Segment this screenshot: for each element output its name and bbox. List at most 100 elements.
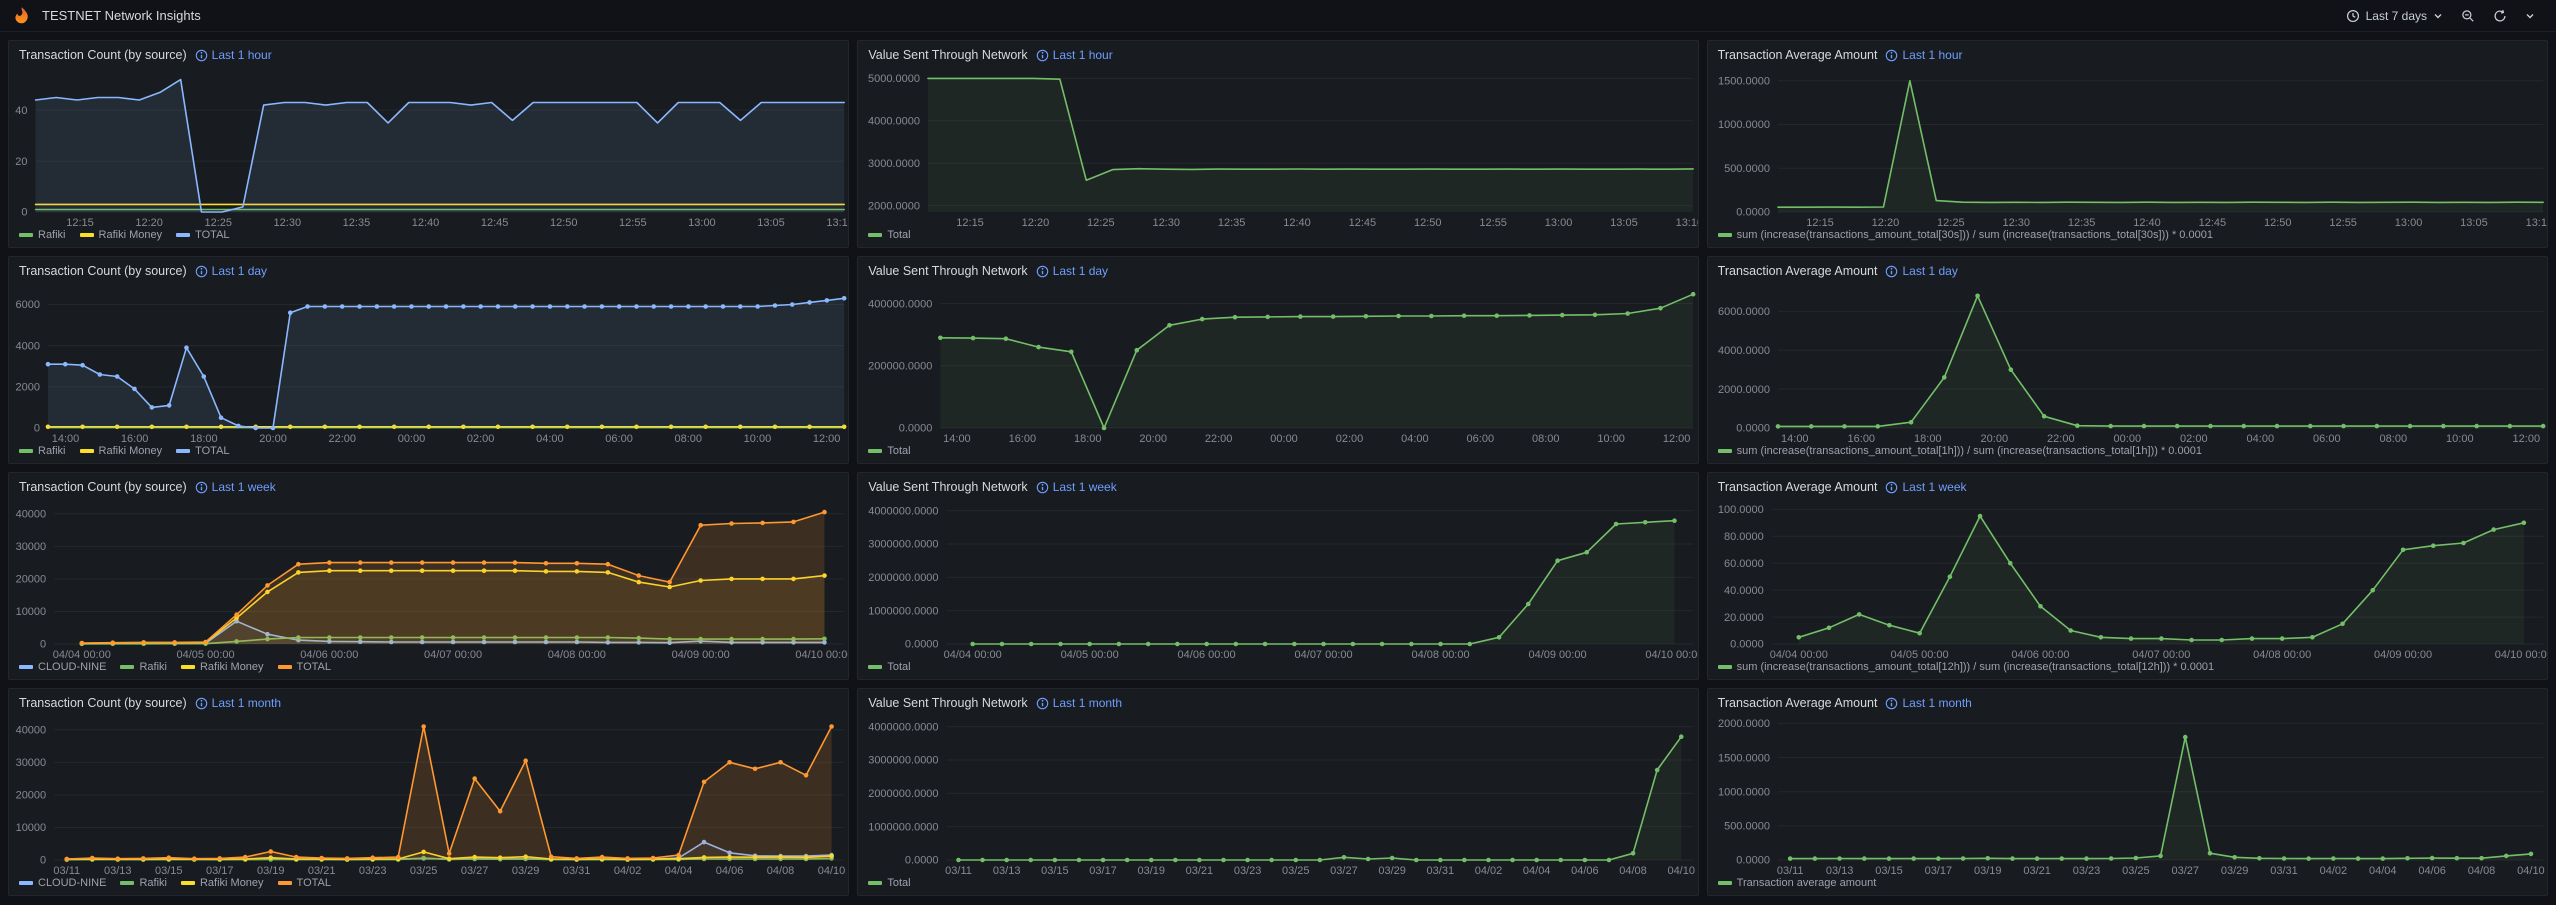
panel-range-label: Last 1 month [1053, 696, 1122, 710]
legend-item[interactable]: Rafiki [19, 445, 66, 457]
panel-time-range-link[interactable]: Last 1 day [195, 264, 267, 278]
chart-area: 0.0000500.00001000.00001500.00002000.000… [1708, 712, 2547, 877]
legend-item[interactable]: Rafiki [120, 661, 167, 673]
svg-text:12:15: 12:15 [1806, 217, 1834, 229]
legend-label: CLOUD-NINE [38, 877, 106, 889]
chart-canvas[interactable]: 01000020000300004000003/1103/1303/1503/1… [9, 712, 848, 877]
chart-canvas[interactable]: 2000.00003000.00004000.00005000.000012:1… [858, 64, 1697, 229]
panel-title[interactable]: Transaction Average Amount [1718, 264, 1878, 278]
legend-item[interactable]: Total [868, 661, 910, 673]
panel-time-range-link[interactable]: Last 1 hour [195, 48, 272, 62]
panel-9: Transaction Average Amount Last 1 week 0.0… [1707, 472, 2548, 680]
panel-time-range-link[interactable]: Last 1 week [1036, 480, 1117, 494]
legend-item[interactable]: TOTAL [278, 877, 331, 889]
svg-text:2000000.0000: 2000000.0000 [869, 572, 939, 584]
panel-title[interactable]: Transaction Average Amount [1718, 48, 1878, 62]
chart-canvas[interactable]: 0.00002000.00004000.00006000.000014:0016… [1708, 280, 2547, 445]
chart-canvas[interactable]: 0204012:1512:2012:2512:3012:3512:4012:45… [9, 64, 848, 229]
legend-swatch-icon [278, 881, 292, 885]
chart-canvas[interactable]: 0.00001000000.00002000000.00003000000.00… [858, 712, 1697, 877]
panel-title[interactable]: Transaction Average Amount [1718, 480, 1878, 494]
legend-item[interactable]: Rafiki [19, 229, 66, 241]
zoom-out-button[interactable] [2454, 5, 2482, 27]
legend-label: Rafiki [38, 229, 66, 241]
chart-canvas[interactable]: 0.00001000000.00002000000.00003000000.00… [858, 496, 1697, 661]
chart-canvas[interactable]: 0.0000200000.0000400000.000014:0016:0018… [858, 280, 1697, 445]
svg-text:6000: 6000 [15, 299, 39, 311]
svg-text:12:30: 12:30 [2002, 217, 2030, 229]
grafana-logo[interactable] [12, 6, 32, 26]
svg-text:3000000.0000: 3000000.0000 [869, 755, 939, 767]
chart-canvas[interactable]: 020004000600014:0016:0018:0020:0022:0000… [9, 280, 848, 445]
svg-text:18:00: 18:00 [190, 433, 218, 445]
svg-text:14:00: 14:00 [52, 433, 80, 445]
legend-item[interactable]: Rafiki Money [80, 229, 163, 241]
panel-header: Transaction Average Amount Last 1 month [1708, 689, 2547, 712]
panel-title[interactable]: Transaction Count (by source) [19, 264, 187, 278]
legend-item[interactable]: TOTAL [176, 229, 229, 241]
panel-range-label: Last 1 week [212, 480, 276, 494]
legend-item[interactable]: Rafiki Money [181, 877, 264, 889]
legend-item[interactable]: Rafiki Money [181, 661, 264, 673]
legend-item[interactable]: sum (increase(transactions_amount_total[… [1718, 229, 2213, 241]
svg-text:03/23: 03/23 [1234, 865, 1262, 877]
panel-time-range-link[interactable]: Last 1 month [195, 696, 281, 710]
legend-item[interactable]: CLOUD-NINE [19, 661, 106, 673]
svg-text:100.0000: 100.0000 [1718, 504, 1764, 516]
panel-title[interactable]: Value Sent Through Network [868, 480, 1027, 494]
panel-title[interactable]: Transaction Count (by source) [19, 48, 187, 62]
panel-title[interactable]: Value Sent Through Network [868, 48, 1027, 62]
svg-text:03/23: 03/23 [2072, 865, 2100, 877]
svg-text:13:05: 13:05 [1611, 217, 1639, 229]
svg-text:10:00: 10:00 [744, 433, 772, 445]
panel-time-range-link[interactable]: Last 1 hour [1036, 48, 1113, 62]
legend-item[interactable]: CLOUD-NINE [19, 877, 106, 889]
panel-title[interactable]: Value Sent Through Network [868, 696, 1027, 710]
panel-6: Transaction Average Amount Last 1 day 0.00… [1707, 256, 2548, 464]
panel-time-range-link[interactable]: Last 1 week [195, 480, 276, 494]
info-icon [1036, 49, 1049, 62]
svg-text:2000000.0000: 2000000.0000 [869, 788, 939, 800]
time-range-picker-button[interactable]: Last 7 days [2339, 5, 2450, 27]
info-icon [195, 265, 208, 278]
legend-item[interactable]: Transaction average amount [1718, 877, 1877, 889]
svg-text:10000: 10000 [16, 606, 47, 618]
refresh-button[interactable] [2486, 5, 2514, 27]
panel-time-range-link[interactable]: Last 1 month [1036, 696, 1122, 710]
panel-header: Transaction Average Amount Last 1 hour [1708, 41, 2547, 64]
svg-text:20: 20 [15, 156, 27, 168]
svg-text:04/10: 04/10 [2517, 865, 2545, 877]
svg-text:2000: 2000 [15, 382, 39, 394]
panel-title[interactable]: Transaction Count (by source) [19, 480, 187, 494]
svg-text:04/08: 04/08 [767, 865, 795, 877]
legend-item[interactable]: sum (increase(transactions_amount_total[… [1718, 445, 2202, 457]
panel-time-range-link[interactable]: Last 1 month [1885, 696, 1971, 710]
legend-item[interactable]: Rafiki [120, 877, 167, 889]
chart-canvas[interactable]: 0.0000500.00001000.00001500.00002000.000… [1708, 712, 2547, 877]
legend-item[interactable]: Total [868, 229, 910, 241]
clock-icon [2346, 9, 2360, 23]
panel-time-range-link[interactable]: Last 1 week [1885, 480, 1966, 494]
chart-canvas[interactable]: 0.0000500.00001000.00001500.000012:1512:… [1708, 64, 2547, 229]
legend-item[interactable]: TOTAL [176, 445, 229, 457]
svg-text:04/06 00:00: 04/06 00:00 [2011, 649, 2069, 661]
svg-text:40: 40 [15, 105, 27, 117]
svg-text:1500.0000: 1500.0000 [1718, 752, 1770, 764]
legend-item[interactable]: TOTAL [278, 661, 331, 673]
svg-text:03/21: 03/21 [308, 865, 336, 877]
refresh-interval-dropdown-button[interactable] [2518, 7, 2542, 25]
legend-item[interactable]: sum (increase(transactions_amount_total[… [1718, 661, 2215, 673]
panel-time-range-link[interactable]: Last 1 day [1885, 264, 1957, 278]
legend-item[interactable]: Rafiki Money [80, 445, 163, 457]
panel-title[interactable]: Transaction Average Amount [1718, 696, 1878, 710]
panel-title[interactable]: Transaction Count (by source) [19, 696, 187, 710]
panel-header: Transaction Average Amount Last 1 week [1708, 473, 2547, 496]
panel-title[interactable]: Value Sent Through Network [868, 264, 1027, 278]
panel-time-range-link[interactable]: Last 1 hour [1885, 48, 1962, 62]
legend-item[interactable]: Total [868, 445, 910, 457]
legend-item[interactable]: Total [868, 877, 910, 889]
chart-canvas[interactable]: 01000020000300004000004/04 00:0004/05 00… [9, 496, 848, 661]
svg-text:0.0000: 0.0000 [1736, 855, 1770, 867]
panel-time-range-link[interactable]: Last 1 day [1036, 264, 1108, 278]
chart-canvas[interactable]: 0.000020.000040.000060.000080.0000100.00… [1708, 496, 2547, 661]
